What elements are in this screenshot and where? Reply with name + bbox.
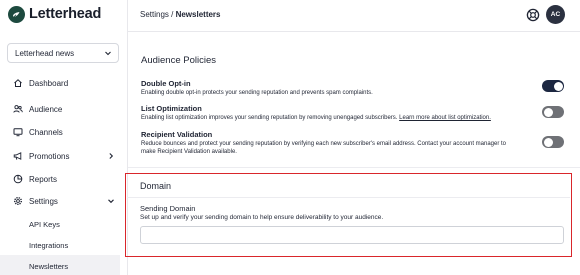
breadcrumb-current: Newsletters [175, 10, 221, 19]
sidebar-item-audience[interactable]: Audience [0, 98, 128, 120]
sidebar-subitem-newsletters[interactable]: Newsletters [0, 255, 120, 275]
sidebar-subitem-api-keys[interactable]: API Keys [0, 213, 128, 235]
megaphone-icon [12, 151, 23, 162]
policy-description-line-2: make Recipient Validation available. [141, 149, 237, 155]
sidebar-item-label: Audience [29, 104, 63, 114]
sidebar: Letterhead Letterhead news Dashboard Aud… [0, 0, 128, 275]
sidebar-item-label: Channels [29, 127, 63, 137]
sidebar-item-label: Settings [29, 196, 58, 206]
policy-title: List Optimization [141, 104, 202, 113]
app-name: Letterhead [29, 6, 102, 22]
breadcrumb-parent[interactable]: Settings [140, 10, 169, 19]
learn-more-list-optimization-link[interactable]: Learn more about list optimization. [399, 115, 491, 121]
organization-select-value: Letterhead news [15, 48, 75, 58]
recipient-validation-toggle[interactable] [542, 136, 564, 148]
gear-icon [12, 196, 23, 207]
organization-select[interactable]: Letterhead news [7, 43, 119, 63]
policy-double-opt-in: Double Opt-in Enabling double opt-in pro… [141, 79, 531, 97]
list-optimization-toggle[interactable] [542, 106, 564, 118]
chevron-down-icon [105, 51, 111, 56]
domain-section-divider [127, 197, 570, 198]
toggle-knob [543, 107, 553, 117]
sidebar-subitem-integrations[interactable]: Integrations [0, 234, 128, 256]
section-title-domain: Domain [140, 181, 172, 191]
toggle-knob [553, 81, 563, 91]
sidebar-item-promotions[interactable]: Promotions [0, 145, 128, 167]
breadcrumb: Settings / Newsletters [140, 10, 221, 19]
policy-description: Enabling list optimization improves your… [141, 114, 531, 122]
letterhead-logo-icon [8, 5, 25, 23]
sidebar-item-label: Dashboard [29, 78, 69, 88]
chevron-right-icon [109, 153, 114, 159]
sidebar-subitem-label: Newsletters [29, 261, 69, 271]
policy-recipient-validation: Recipient Validation Reduce bounces and … [141, 130, 531, 156]
sending-domain-input[interactable] [140, 226, 564, 244]
app-logo[interactable]: Letterhead [8, 5, 101, 23]
sidebar-item-channels[interactable]: Channels [0, 121, 128, 143]
policy-list-optimization: List Optimization Enabling list optimiza… [141, 104, 531, 122]
policy-title: Double Opt-in [141, 79, 191, 88]
users-icon [12, 104, 23, 115]
sidebar-item-reports[interactable]: Reports [0, 168, 128, 190]
double-opt-in-toggle[interactable] [542, 80, 564, 92]
top-header: Settings / Newsletters AC [128, 0, 580, 32]
sending-domain-label: Sending Domain [140, 204, 196, 213]
sending-domain-description: Set up and verify your sending domain to… [140, 214, 384, 221]
chevron-down-icon [108, 199, 114, 204]
sidebar-subitem-label: API Keys [29, 219, 60, 229]
policy-title: Recipient Validation [141, 130, 213, 139]
user-avatar[interactable]: AC [546, 5, 565, 24]
toggle-knob [543, 137, 553, 147]
chart-pie-icon [12, 174, 23, 185]
monitor-icon [12, 127, 23, 138]
section-title-audience-policies: Audience Policies [141, 55, 216, 66]
sidebar-item-settings[interactable]: Settings [0, 190, 128, 212]
policy-description-text: Enabling list optimization improves your… [141, 115, 398, 121]
policy-description-line-1: Reduce bounces and protect your sending … [141, 141, 507, 147]
help-icon[interactable] [526, 8, 540, 22]
policy-description: Enabling double opt-in protects your sen… [141, 90, 373, 96]
sidebar-item-label: Reports [29, 174, 58, 184]
sidebar-item-dashboard[interactable]: Dashboard [0, 72, 128, 94]
home-icon [12, 78, 23, 89]
section-divider [128, 167, 580, 168]
breadcrumb-separator: / [168, 10, 176, 19]
sidebar-item-label: Promotions [29, 151, 70, 161]
sidebar-subitem-label: Integrations [29, 240, 69, 250]
